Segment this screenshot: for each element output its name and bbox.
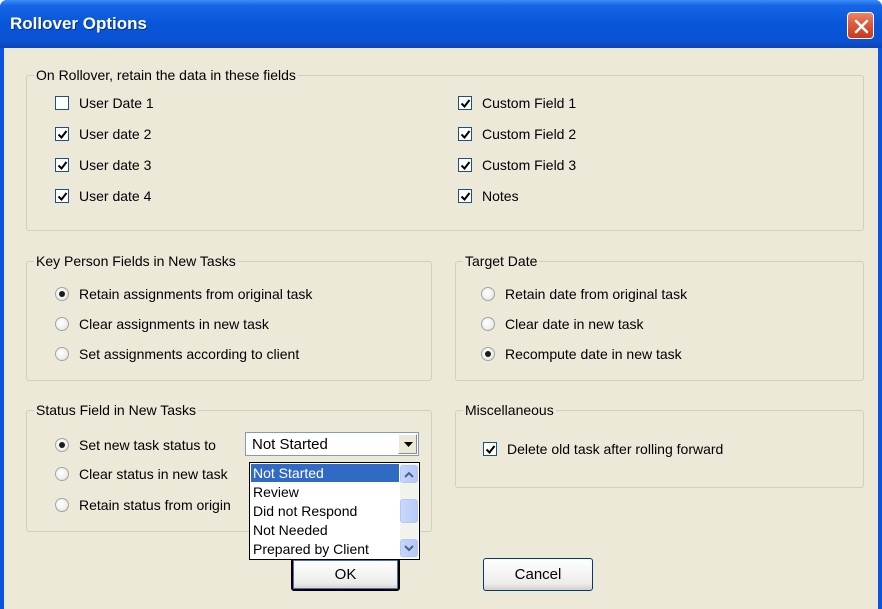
check-icon: [57, 161, 68, 171]
checkbox-custom-field-3[interactable]: Custom Field 3: [458, 155, 576, 175]
checkbox-label: User Date 1: [79, 95, 154, 111]
checkbox-box[interactable]: [55, 127, 69, 141]
miscellaneous-group: Miscellaneous Delete old task after roll…: [455, 402, 864, 488]
retain-fields-legend: On Rollover, retain the data in these fi…: [34, 67, 298, 83]
window-title: Rollover Options: [10, 14, 147, 33]
radio-label: Set new task status to: [79, 437, 216, 453]
radio-button[interactable]: [55, 317, 69, 331]
status-select[interactable]: Not Started: [245, 432, 419, 456]
checkbox-box[interactable]: [55, 158, 69, 172]
checkbox-user-date-1[interactable]: User Date 1: [55, 93, 154, 113]
check-icon: [460, 192, 471, 202]
check-icon: [57, 192, 68, 202]
miscellaneous-legend: Miscellaneous: [463, 402, 556, 418]
scroll-thumb[interactable]: [400, 499, 418, 523]
radio-retain-assignments[interactable]: Retain assignments from original task: [55, 284, 312, 304]
radio-clear-date[interactable]: Clear date in new task: [481, 314, 644, 334]
radio-button[interactable]: [481, 317, 495, 331]
radio-label: Recompute date in new task: [505, 346, 682, 362]
checkbox-box[interactable]: [55, 189, 69, 203]
radio-button[interactable]: [481, 287, 495, 301]
dropdown-option-prepared-by-client[interactable]: Prepared by Client: [251, 540, 399, 558]
checkbox-box[interactable]: [458, 189, 472, 203]
check-icon: [460, 130, 471, 140]
checkbox-label: Custom Field 2: [482, 126, 577, 142]
scroll-down-button[interactable]: [400, 539, 418, 557]
checkbox-user-date-3[interactable]: User date 3: [55, 155, 151, 175]
chevron-down-icon: [404, 442, 413, 447]
checkbox-custom-field-2[interactable]: Custom Field 2: [458, 124, 576, 144]
dropdown-option-did-not-respond[interactable]: Did not Respond: [251, 502, 399, 520]
radio-label: Clear assignments in new task: [79, 316, 269, 332]
status-select-dropdown-button[interactable]: [398, 434, 417, 454]
radio-retain-date[interactable]: Retain date from original task: [481, 284, 687, 304]
key-person-legend: Key Person Fields in New Tasks: [34, 253, 238, 269]
radio-recompute-date[interactable]: Recompute date in new task: [481, 344, 682, 364]
checkbox-label: Delete old task after rolling forward: [507, 441, 724, 457]
radio-label: Retain assignments from original task: [79, 286, 313, 302]
dropdown-option-not-needed[interactable]: Not Needed: [251, 521, 399, 539]
checkbox-box[interactable]: [55, 96, 69, 110]
radio-clear-status[interactable]: Clear status in new task: [55, 464, 228, 484]
check-icon: [485, 445, 496, 455]
cancel-button[interactable]: Cancel: [483, 558, 593, 591]
title-bar[interactable]: Rollover Options: [0, 0, 882, 48]
radio-button[interactable]: [481, 347, 495, 361]
scroll-up-button[interactable]: [400, 465, 418, 483]
check-icon: [57, 130, 68, 140]
checkbox-label: User date 3: [79, 157, 152, 173]
checkbox-label: Notes: [482, 188, 519, 204]
status-select-value: Not Started: [252, 436, 328, 453]
ok-button[interactable]: OK: [291, 558, 400, 591]
checkbox-label: User date 2: [79, 126, 152, 142]
dialog-body: On Rollover, retain the data in these fi…: [4, 48, 878, 609]
radio-label: Clear date in new task: [505, 316, 644, 332]
radio-label: Clear status in new task: [79, 466, 228, 482]
radio-label: Retain status from origin: [79, 497, 231, 513]
close-button[interactable]: [847, 12, 874, 39]
checkbox-box[interactable]: [458, 127, 472, 141]
chevron-up-icon: [404, 471, 414, 478]
target-date-legend: Target Date: [463, 253, 540, 269]
radio-label: Retain date from original task: [505, 286, 688, 302]
radio-button[interactable]: [55, 467, 69, 481]
dropdown-option-not-started[interactable]: Not Started: [251, 464, 399, 482]
key-person-group: Key Person Fields in New Tasks Retain as…: [26, 253, 432, 381]
radio-clear-assignments[interactable]: Clear assignments in new task: [55, 314, 269, 334]
status-dropdown-list[interactable]: Not Started Review Did not Respond Not N…: [249, 462, 420, 560]
radio-selected-dot: [59, 291, 65, 297]
checkbox-user-date-2[interactable]: User date 2: [55, 124, 151, 144]
check-icon: [460, 99, 471, 109]
checkbox-label: User date 4: [79, 188, 152, 204]
dropdown-option-review[interactable]: Review: [251, 483, 399, 501]
radio-set-status[interactable]: Set new task status to: [55, 435, 216, 455]
checkbox-notes[interactable]: Notes: [458, 186, 519, 206]
status-field-legend: Status Field in New Tasks: [34, 402, 199, 418]
radio-label: Set assignments according to client: [79, 346, 300, 362]
checkbox-box[interactable]: [458, 158, 472, 172]
checkbox-user-date-4[interactable]: User date 4: [55, 186, 151, 206]
target-date-group: Target Date Retain date from original ta…: [455, 253, 864, 381]
retain-fields-group: On Rollover, retain the data in these fi…: [26, 67, 864, 231]
close-icon: [854, 19, 869, 34]
checkbox-delete-old-task[interactable]: Delete old task after rolling forward: [483, 439, 723, 459]
radio-button[interactable]: [55, 438, 69, 452]
radio-button[interactable]: [55, 498, 69, 512]
radio-button[interactable]: [55, 347, 69, 361]
checkbox-label: Custom Field 3: [482, 157, 577, 173]
radio-selected-dot: [59, 442, 65, 448]
checkbox-label: Custom Field 1: [482, 95, 577, 111]
radio-set-assignments-client[interactable]: Set assignments according to client: [55, 344, 299, 364]
chevron-down-icon: [404, 545, 414, 552]
dropdown-scrollbar[interactable]: [400, 464, 418, 558]
checkbox-custom-field-1[interactable]: Custom Field 1: [458, 93, 576, 113]
check-icon: [460, 161, 471, 171]
checkbox-box[interactable]: [458, 96, 472, 110]
radio-selected-dot: [485, 351, 491, 357]
checkbox-box[interactable]: [483, 442, 497, 456]
radio-retain-status[interactable]: Retain status from origin: [55, 495, 231, 515]
radio-button[interactable]: [55, 287, 69, 301]
